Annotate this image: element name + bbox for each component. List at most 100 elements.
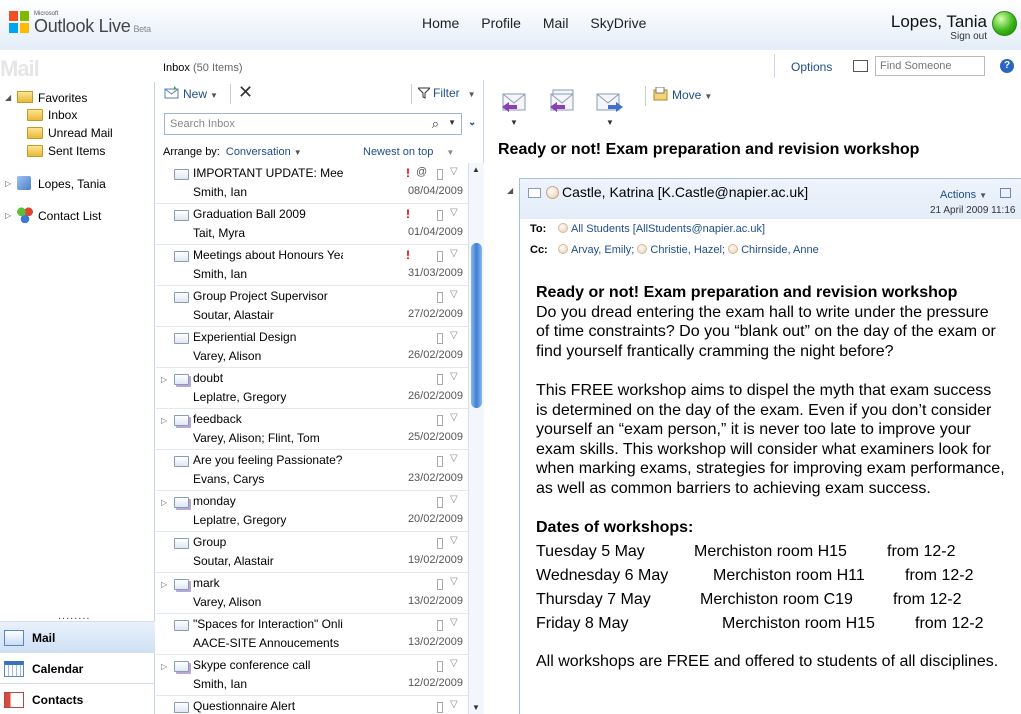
- message-row[interactable]: ▷ Skype conference call Smith, Ian 12/02/20…: [156, 655, 468, 696]
- tree-account[interactable]: Lopes, Tania: [38, 177, 106, 191]
- expand-contacts-icon[interactable]: ▷: [5, 211, 11, 220]
- message-row[interactable]: IMPORTANT UPDATE: Meetings abou Smith, Ia…: [156, 163, 468, 204]
- message-card: Castle, Katrina [K.Castle@napier.ac.uk] …: [519, 178, 1021, 714]
- tree-favorites[interactable]: Favorites: [38, 91, 87, 105]
- user-name[interactable]: Lopes, Tania: [891, 12, 987, 32]
- presence-status-icon[interactable]: [992, 11, 1017, 36]
- collapse-favorites-icon[interactable]: ◢: [5, 93, 11, 102]
- nav-mail-button[interactable]: Mail: [0, 621, 155, 652]
- message-date: 26/02/2009: [407, 349, 463, 361]
- tree-unread-mail[interactable]: Unread Mail: [48, 126, 113, 140]
- message-row[interactable]: Questionnaire Alert ▽: [156, 696, 468, 714]
- cc-recipient[interactable]: Chirnside, Anne: [728, 244, 819, 256]
- select-checkbox[interactable]: [437, 333, 443, 344]
- expand-thread-icon[interactable]: ▷: [161, 662, 167, 671]
- expand-thread-icon[interactable]: ▷: [161, 498, 167, 507]
- nav-calendar-button[interactable]: Calendar: [0, 652, 155, 683]
- filter-button[interactable]: Filter ▼: [416, 86, 476, 100]
- select-checkbox[interactable]: [437, 456, 443, 467]
- new-button[interactable]: New ▼: [164, 86, 218, 101]
- select-checkbox[interactable]: [437, 661, 443, 672]
- expand-thread-icon[interactable]: ▷: [161, 375, 167, 384]
- flag-icon[interactable]: ▽: [450, 576, 458, 587]
- scroll-thumb[interactable]: [471, 243, 482, 408]
- expand-account-icon[interactable]: ▷: [5, 179, 11, 188]
- select-checkbox[interactable]: [437, 210, 443, 221]
- message-row[interactable]: Group Soutar, Alastair 19/02/2009 ▽: [156, 532, 468, 573]
- message-row[interactable]: Graduation Ball 2009 Tait, Myra 01/04/2009…: [156, 204, 468, 245]
- outlook-live-logo[interactable]: Microsoft Outlook Live Beta: [8, 8, 158, 36]
- nav-mail[interactable]: Mail: [543, 15, 569, 31]
- forward-dropdown-icon[interactable]: ▼: [606, 118, 614, 127]
- flag-icon[interactable]: ▽: [450, 166, 458, 177]
- message-row[interactable]: "Spaces for Interaction" Online Event AAC…: [156, 614, 468, 655]
- message-row[interactable]: Experiential Design Varey, Alison 26/02/20…: [156, 327, 468, 368]
- pop-out-icon[interactable]: [1000, 188, 1011, 198]
- to-recipient[interactable]: All Students [AllStudents@napier.ac.uk]: [558, 223, 765, 235]
- expand-thread-icon[interactable]: ▷: [161, 580, 167, 589]
- select-checkbox[interactable]: [437, 702, 443, 713]
- search-icon[interactable]: ⌕: [432, 116, 439, 132]
- flag-icon[interactable]: ▽: [450, 412, 458, 423]
- expand-thread-icon[interactable]: ▷: [161, 416, 167, 425]
- select-checkbox[interactable]: [437, 374, 443, 385]
- cc-recipient[interactable]: Christie, Hazel;: [637, 244, 725, 256]
- sort-order-dropdown[interactable]: Newest on top ▼: [363, 146, 454, 158]
- move-button[interactable]: Move ▼: [653, 86, 712, 102]
- arrange-by-dropdown[interactable]: Conversation ▼: [226, 146, 302, 158]
- search-options-icon[interactable]: ▼: [448, 118, 456, 127]
- select-checkbox[interactable]: [437, 251, 443, 262]
- select-checkbox[interactable]: [437, 415, 443, 426]
- reply-dropdown-icon[interactable]: ▼: [510, 118, 518, 127]
- flag-icon[interactable]: ▽: [450, 453, 458, 464]
- flag-icon[interactable]: ▽: [450, 289, 458, 300]
- flag-icon[interactable]: ▽: [450, 617, 458, 628]
- message-row[interactable]: ▷ monday Leplatre, Gregory 20/02/2009 ▽: [156, 491, 468, 532]
- reply-button[interactable]: ▼: [499, 88, 529, 127]
- message-row[interactable]: ▷ feedback Varey, Alison; Flint, Tom 25/02/…: [156, 409, 468, 450]
- nav-skydrive[interactable]: SkyDrive: [590, 15, 646, 31]
- select-checkbox[interactable]: [437, 497, 443, 508]
- nav-home[interactable]: Home: [422, 15, 459, 31]
- help-icon[interactable]: ?: [1000, 59, 1014, 73]
- sender[interactable]: Castle, Katrina [K.Castle@napier.ac.uk]: [528, 184, 808, 200]
- scroll-down-icon[interactable]: ▼: [472, 703, 480, 712]
- collapse-message-icon[interactable]: ◢: [507, 186, 513, 195]
- actions-dropdown[interactable]: Actions ▼: [940, 189, 987, 201]
- flag-icon[interactable]: ▽: [450, 371, 458, 382]
- flag-icon[interactable]: ▽: [450, 248, 458, 259]
- flag-icon[interactable]: ▽: [450, 330, 458, 341]
- select-checkbox[interactable]: [437, 620, 443, 631]
- message-row[interactable]: Are you feeling Passionate???! Evans, Car…: [156, 450, 468, 491]
- expand-search-icon[interactable]: ⌄: [468, 117, 476, 128]
- select-checkbox[interactable]: [437, 538, 443, 549]
- options-link[interactable]: Options: [791, 60, 832, 74]
- select-checkbox[interactable]: [437, 292, 443, 303]
- message-row[interactable]: Meetings about Honours Year Smith, Ian 31/…: [156, 245, 468, 286]
- select-checkbox[interactable]: [437, 579, 443, 590]
- nav-contacts-button[interactable]: Contacts: [0, 683, 155, 714]
- nav-profile[interactable]: Profile: [481, 15, 521, 31]
- flag-icon[interactable]: ▽: [450, 699, 458, 710]
- tree-inbox[interactable]: Inbox: [48, 108, 77, 122]
- message-row[interactable]: ▷ doubt Leplatre, Gregory 26/02/2009 ▽: [156, 368, 468, 409]
- forward-button[interactable]: ▼: [595, 88, 625, 127]
- flag-icon[interactable]: ▽: [450, 207, 458, 218]
- search-inbox-input[interactable]: Search Inbox ⌕ ▼: [164, 113, 462, 135]
- tree-contact-list[interactable]: Contact List: [38, 209, 101, 223]
- sign-out-link[interactable]: Sign out: [950, 31, 987, 42]
- select-checkbox[interactable]: [437, 169, 443, 180]
- message-row[interactable]: ▷ mark Varey, Alison 13/02/2009 ▽: [156, 573, 468, 614]
- message-list-scrollbar[interactable]: ▲ ▼: [468, 163, 484, 714]
- tree-sent-items[interactable]: Sent Items: [48, 144, 105, 158]
- delete-button[interactable]: ✕: [238, 82, 253, 103]
- scroll-up-icon[interactable]: ▲: [472, 165, 480, 174]
- flag-icon[interactable]: ▽: [450, 494, 458, 505]
- message-row[interactable]: Group Project Supervisor Soutar, Alastair…: [156, 286, 468, 327]
- flag-icon[interactable]: ▽: [450, 658, 458, 669]
- address-book-icon[interactable]: [853, 60, 868, 72]
- reply-all-button[interactable]: [547, 88, 577, 114]
- cc-recipient[interactable]: Arvay, Emily;: [558, 244, 634, 256]
- find-someone-input[interactable]: [875, 56, 985, 76]
- flag-icon[interactable]: ▽: [450, 535, 458, 546]
